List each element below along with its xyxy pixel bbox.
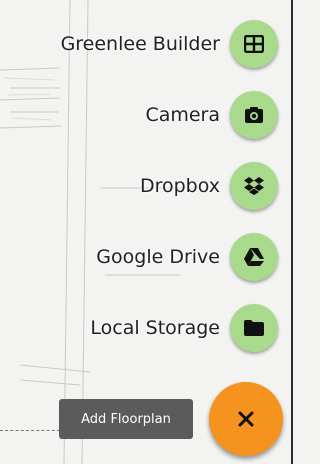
google-drive-icon bbox=[244, 248, 264, 266]
right-border bbox=[291, 0, 293, 464]
menu-item-greenlee-builder[interactable]: Greenlee Builder bbox=[61, 20, 278, 68]
menu-item-camera[interactable]: Camera bbox=[145, 91, 278, 139]
close-menu-button[interactable] bbox=[209, 382, 283, 456]
dropbox-button[interactable] bbox=[230, 162, 278, 210]
menu-item-dropbox[interactable]: Dropbox bbox=[140, 162, 278, 210]
folder-icon bbox=[244, 320, 264, 336]
menu-item-label: Local Storage bbox=[90, 317, 220, 339]
menu-item-label: Dropbox bbox=[139, 175, 220, 197]
greenlee-builder-button[interactable] bbox=[230, 20, 278, 68]
menu-item-google-drive[interactable]: Google Drive bbox=[96, 233, 278, 281]
tooltip-label: Add Floorplan bbox=[81, 411, 171, 427]
blueprint-line bbox=[0, 430, 60, 431]
camera-button[interactable] bbox=[230, 91, 278, 139]
menu-item-label: Greenlee Builder bbox=[60, 33, 220, 55]
menu-item-label: Google Drive bbox=[96, 246, 220, 268]
google-drive-button[interactable] bbox=[230, 233, 278, 281]
camera-icon bbox=[245, 107, 263, 123]
dropbox-icon bbox=[244, 177, 264, 195]
add-floorplan-tooltip: Add Floorplan bbox=[59, 399, 193, 439]
close-icon bbox=[238, 411, 254, 427]
menu-item-local-storage[interactable]: Local Storage bbox=[90, 304, 278, 352]
local-storage-button[interactable] bbox=[230, 304, 278, 352]
grid-icon bbox=[244, 35, 264, 53]
menu-item-label: Camera bbox=[145, 104, 220, 126]
